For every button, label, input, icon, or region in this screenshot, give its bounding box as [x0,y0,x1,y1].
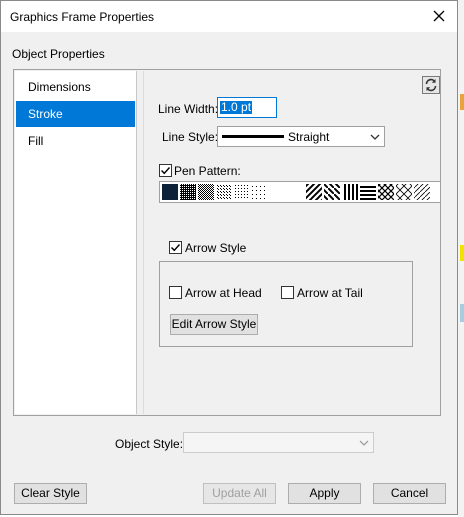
arrow-style-checkbox[interactable] [169,241,182,254]
chevron-down-icon [359,440,369,446]
arrow-at-tail-label: Arrow at Tail [297,286,363,300]
tab-dimensions[interactable]: Dimensions [16,74,135,100]
title-bar: Graphics Frame Properties [1,1,457,32]
update-all-button[interactable]: Update All [203,483,276,504]
graphics-frame-properties-dialog: Graphics Frame Properties Object Propert… [0,0,458,515]
refresh-button[interactable] [422,76,440,94]
close-button[interactable] [427,5,451,27]
tab-stroke[interactable]: Stroke [16,101,135,127]
refresh-icon [425,78,437,92]
tab-fill[interactable]: Fill [16,128,135,154]
object-style-select[interactable] [183,432,374,453]
pen-pattern-swatches [162,184,430,200]
background-marker-yellow [460,245,464,261]
line-width-input[interactable]: 1.0 pt [217,97,277,118]
arrow-at-head-label: Arrow at Head [185,286,262,300]
object-properties-label: Object Properties [12,47,105,61]
object-style-label: Object Style: [115,437,184,451]
chevron-down-icon [370,134,380,140]
stroke-settings: Line Width: 1.0 pt Line Style: Straight … [143,71,441,414]
background-marker-orange [460,94,464,110]
line-style-preview [222,135,284,138]
arrow-at-tail-checkbox[interactable] [281,286,294,299]
dialog-title: Graphics Frame Properties [10,10,155,24]
apply-button[interactable]: Apply [288,483,361,504]
background-marker-blue [460,304,464,322]
arrow-style-label: Arrow Style [185,241,247,255]
arrow-style-group: Arrow at Head Arrow at Tail Edit Arrow S… [159,261,413,347]
line-style-value: Straight [288,130,330,144]
pen-pattern-palette [159,181,441,203]
property-category-list: Dimensions Stroke Fill [15,71,137,414]
close-icon [433,10,445,22]
arrow-at-head-checkbox[interactable] [169,286,182,299]
pen-pattern-checkbox[interactable] [159,164,172,177]
line-style-select[interactable]: Straight [217,126,385,147]
line-style-label: Line Style: [162,130,219,144]
properties-panel: Dimensions Stroke Fill Line Width: 1.0 p… [13,69,441,416]
checkmark-icon [171,244,181,252]
cancel-button[interactable]: Cancel [373,483,446,504]
checkmark-icon [161,167,171,175]
edit-arrow-style-button[interactable]: Edit Arrow Style [170,314,258,335]
pen-pattern-label: Pen Pattern: [174,164,241,178]
line-width-value: 1.0 pt [220,100,253,114]
clear-style-button[interactable]: Clear Style [14,483,87,504]
line-width-label: Line Width: [158,102,219,116]
